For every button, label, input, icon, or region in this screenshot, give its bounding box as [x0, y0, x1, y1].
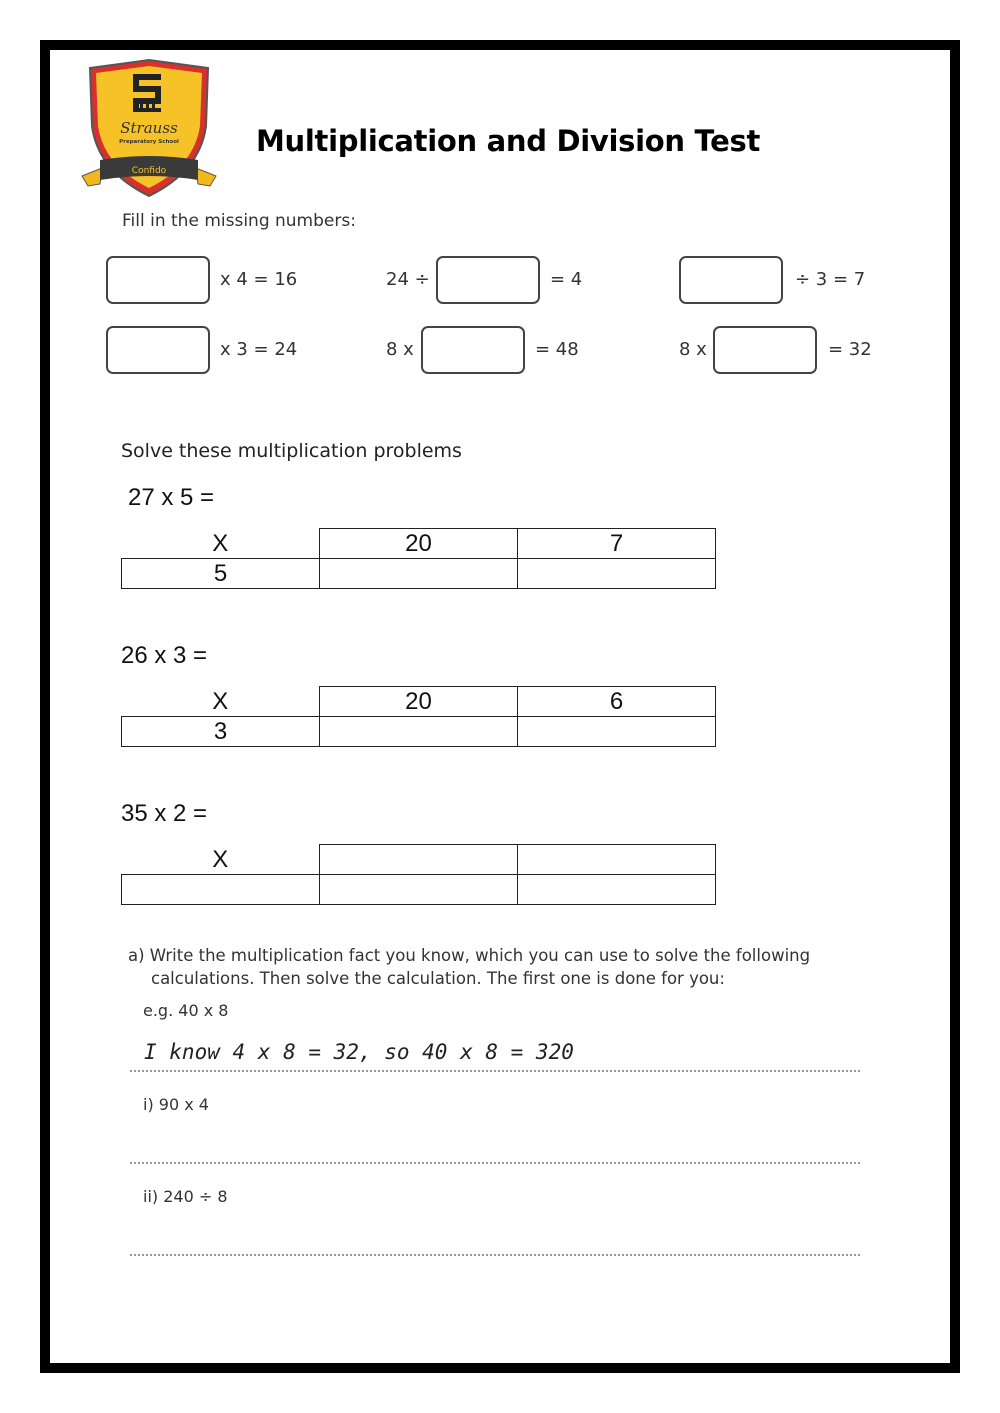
school-crest-logo: Strauss Preparatory School Confido [81, 58, 217, 198]
grid-answer-cell[interactable] [319, 558, 518, 589]
answer-line [130, 1254, 860, 1256]
grid-header-cell: X [212, 529, 229, 557]
missing-numbers-instruction: Fill in the missing numbers: [122, 211, 356, 231]
equation-text: ÷ 3 = 7 [795, 269, 866, 290]
grid-answer-cell[interactable] [319, 874, 518, 905]
grid-row-header: 3 [121, 716, 320, 747]
answer-box[interactable] [713, 326, 817, 374]
facts-instruction: a) Write the multiplication fact you kno… [128, 944, 828, 990]
equation-text: = 32 [828, 339, 872, 360]
answer-box[interactable] [106, 326, 210, 374]
grid-header-cell: 20 [319, 528, 518, 559]
logo-name: Strauss [120, 119, 178, 137]
example-label: e.g. 40 x 8 [143, 1001, 229, 1020]
grid-answer-cell[interactable] [517, 874, 716, 905]
equation-text: x 3 = 24 [220, 339, 298, 360]
equation-text: 8 x [679, 339, 707, 360]
equation-text: 24 ÷ [386, 269, 430, 290]
answer-line [130, 1070, 860, 1072]
answer-box[interactable] [436, 256, 540, 304]
grid-header-cell[interactable] [517, 844, 716, 875]
grid-row-header: 5 [121, 558, 320, 589]
example-answer: I know 4 x 8 = 32, so 40 x 8 = 320 [144, 1040, 574, 1064]
question-label: ii) 240 ÷ 8 [143, 1187, 228, 1206]
grid-answer-cell[interactable] [517, 716, 716, 747]
equation-text: x 4 = 16 [220, 269, 298, 290]
section-heading: Solve these multiplication problems [121, 440, 462, 462]
logo-subtitle: Preparatory School [119, 139, 179, 145]
answer-box[interactable] [106, 256, 210, 304]
page-title: Multiplication and Division Test [256, 124, 761, 158]
grid-header-cell: 7 [517, 528, 716, 559]
facts-instruction-line: calculations. Then solve the calculation… [151, 969, 725, 988]
grid-row-header[interactable] [121, 874, 320, 905]
equation-text: = 48 [535, 339, 579, 360]
equation-text: 8 x [386, 339, 414, 360]
answer-field[interactable] [130, 1125, 860, 1161]
equation-text: = 4 [550, 269, 583, 290]
answer-box[interactable] [679, 256, 783, 304]
grid-header-cell[interactable] [319, 844, 518, 875]
grid-answer-cell[interactable] [517, 558, 716, 589]
problem-question: 26 x 3 = [121, 642, 208, 669]
grid-header-cell: 6 [517, 686, 716, 717]
problem-question: 27 x 5 = [128, 484, 215, 511]
problem-question: 35 x 2 = [121, 800, 208, 827]
answer-field[interactable] [130, 1217, 860, 1253]
grid-table: X [121, 844, 716, 905]
grid-table: X 20 6 3 [121, 686, 716, 747]
question-label: i) 90 x 4 [143, 1095, 209, 1114]
logo-motto: Confido [132, 166, 167, 176]
grid-header-cell: 20 [319, 686, 518, 717]
grid-table: X 20 7 5 [121, 528, 716, 589]
facts-instruction-line: a) Write the multiplication fact you kno… [128, 946, 811, 965]
grid-header-cell: X [212, 845, 229, 873]
answer-line [130, 1162, 860, 1164]
answer-box[interactable] [421, 326, 525, 374]
grid-header-cell: X [212, 687, 229, 715]
grid-answer-cell[interactable] [319, 716, 518, 747]
